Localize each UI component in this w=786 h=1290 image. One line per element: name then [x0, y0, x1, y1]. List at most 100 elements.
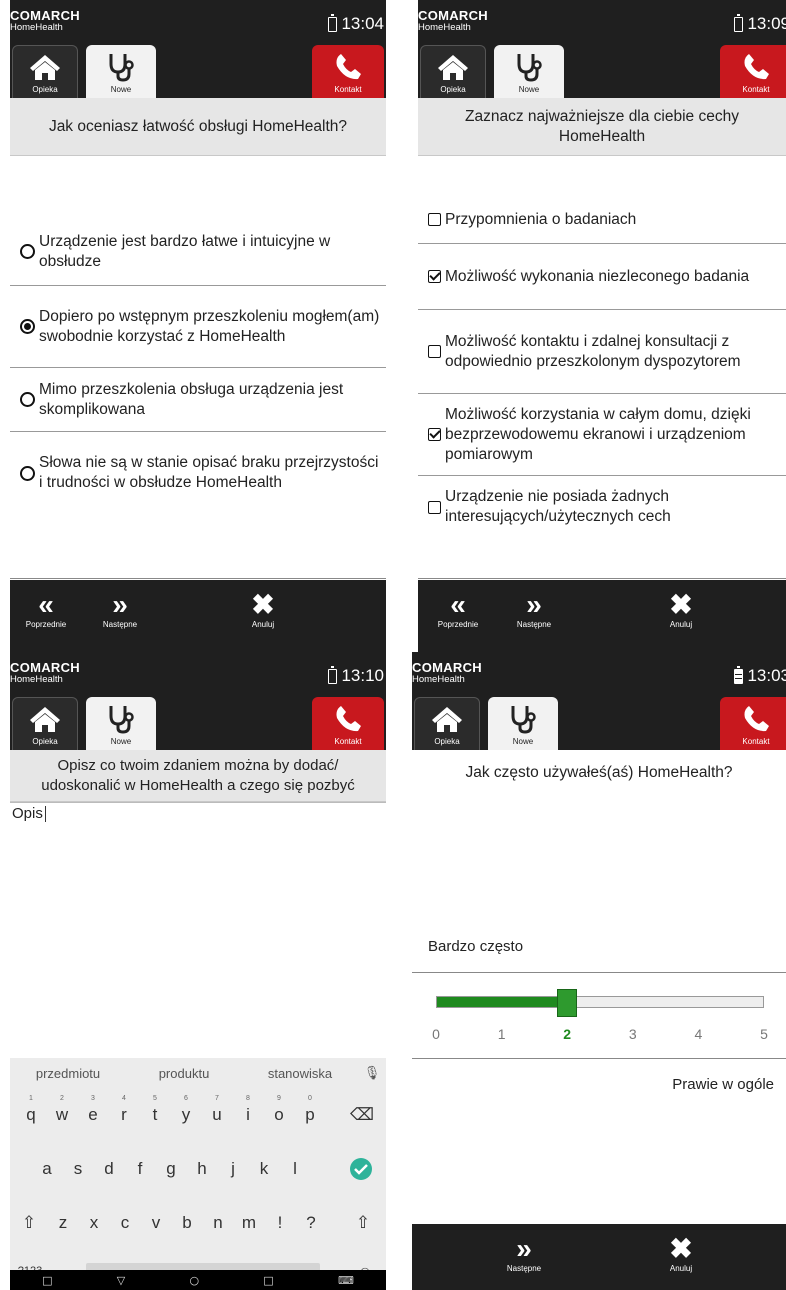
stethoscope-icon: [511, 706, 536, 734]
radio-button[interactable]: [20, 465, 35, 481]
tab-new[interactable]: Nowe: [86, 697, 156, 750]
key-t[interactable]: 5t: [138, 1092, 172, 1136]
status-clock: 13:04: [328, 13, 384, 34]
checkbox-option[interactable]: Możliwość korzystania w całym domu, dzię…: [418, 394, 786, 476]
radio-button[interactable]: [20, 392, 35, 407]
key-j[interactable]: j: [216, 1146, 250, 1190]
key-letter: w: [55, 1105, 69, 1124]
key-m[interactable]: m: [232, 1200, 266, 1244]
tab-new[interactable]: Nowe: [86, 45, 156, 98]
home-circle-icon[interactable]: ○: [189, 1274, 199, 1287]
tab-contact-label: Kontakt: [334, 85, 362, 94]
key-z[interactable]: z: [46, 1200, 80, 1244]
back-triangle-icon[interactable]: ▽: [117, 1274, 125, 1287]
backspace-key[interactable]: ⌫: [342, 1092, 382, 1136]
battery-icon: [734, 13, 744, 32]
close-icon: ✖: [669, 589, 693, 620]
prev-button[interactable]: «Poprzednie: [428, 590, 488, 630]
key-u[interactable]: 7u: [200, 1092, 234, 1136]
key-s[interactable]: s: [61, 1146, 95, 1190]
cancel-button[interactable]: ✖ Anuluj: [656, 1234, 706, 1274]
key-y[interactable]: 6y: [169, 1092, 203, 1136]
slider-thumb[interactable]: [557, 989, 578, 1017]
radio-button-selected[interactable]: [20, 319, 35, 334]
key-exclamation[interactable]: !: [263, 1200, 297, 1244]
description-textarea[interactable]: Opis: [10, 802, 386, 1052]
double-chevron-right-icon: »: [516, 1233, 532, 1264]
key-question[interactable]: ?: [294, 1200, 328, 1244]
key-e[interactable]: 3e: [76, 1092, 110, 1136]
microphone-icon[interactable]: 🎙: [358, 1065, 386, 1081]
checkbox-option[interactable]: Przypomnienia o badaniach: [418, 196, 786, 244]
brand-name: COMARCH: [418, 8, 488, 23]
key-d[interactable]: d: [92, 1146, 126, 1190]
key-v[interactable]: v: [139, 1200, 173, 1244]
key-o[interactable]: 9o: [262, 1092, 296, 1136]
key-n[interactable]: n: [201, 1200, 235, 1244]
checkbox-option[interactable]: Urządzenie nie posiada żadnych interesuj…: [418, 476, 786, 538]
tab-home[interactable]: Opieka: [12, 697, 78, 750]
prev-label: Poprzednie: [25, 620, 67, 629]
tab-contact[interactable]: Kontakt: [720, 697, 786, 750]
radio-option[interactable]: Dopiero po wstępnym przeszkoleniu mogłem…: [10, 286, 386, 368]
checkbox[interactable]: [428, 345, 441, 358]
key-b[interactable]: b: [170, 1200, 204, 1244]
key-i[interactable]: 8i: [231, 1092, 265, 1136]
cancel-button[interactable]: ✖ Anuluj: [656, 589, 706, 630]
radio-option[interactable]: Mimo przeszkolenia obsługa urządzenia je…: [10, 368, 386, 432]
key-w[interactable]: 2w: [45, 1092, 79, 1136]
checkbox[interactable]: [428, 500, 441, 514]
checkbox-checked[interactable]: [428, 270, 441, 283]
next-button[interactable]: » Następne: [92, 589, 148, 630]
tab-contact[interactable]: Kontakt: [720, 45, 786, 98]
key-a[interactable]: a: [30, 1146, 64, 1190]
key-c[interactable]: c: [108, 1200, 142, 1244]
checkbox-option[interactable]: Możliwość wykonania niezleconego badania: [418, 244, 786, 310]
frequency-slider[interactable]: [436, 989, 764, 1017]
shift-key[interactable]: ⇧: [12, 1200, 46, 1244]
key-letter: t: [152, 1105, 158, 1124]
prev-button[interactable]: «Poprzednie: [16, 590, 76, 630]
double-chevron-right-icon: »: [112, 589, 128, 620]
radio-button[interactable]: [20, 244, 35, 259]
radio-option[interactable]: Urządzenie jest bardzo łatwe i intuicyjn…: [10, 218, 386, 286]
checkbox[interactable]: [428, 213, 441, 226]
key-q[interactable]: 1q: [14, 1092, 48, 1136]
tab-new[interactable]: Nowe: [494, 45, 564, 98]
cancel-button[interactable]: ✖ Anuluj: [238, 590, 288, 630]
screen-ease-of-use: COMARCH HomeHealth 13:04 Opieka Nowe Kon…: [10, 0, 386, 652]
key-g[interactable]: g: [154, 1146, 188, 1190]
next-button[interactable]: » Następne: [496, 1233, 552, 1274]
suggestion-item[interactable]: stanowiska: [242, 1066, 358, 1081]
tab-new[interactable]: Nowe: [488, 697, 558, 750]
tab-contact[interactable]: Kontakt: [312, 697, 384, 750]
key-r[interactable]: 4r: [107, 1092, 141, 1136]
key-l[interactable]: l: [278, 1146, 312, 1190]
next-button[interactable]: » Następne: [506, 589, 562, 630]
phone-icon: [744, 54, 769, 80]
recents-square-icon[interactable]: □: [42, 1274, 52, 1287]
shift-key-right[interactable]: ⇧: [346, 1200, 380, 1244]
tab-contact[interactable]: Kontakt: [312, 45, 384, 98]
tab-new-label: Nowe: [518, 85, 540, 94]
radio-option[interactable]: Słowa nie są w stanie opisać braku przej…: [10, 432, 386, 514]
tab-home[interactable]: Opieka: [414, 697, 480, 750]
checkbox-option[interactable]: Możliwość kontaktu i zdalnej konsultacji…: [418, 310, 786, 394]
checkbox-checked[interactable]: [428, 428, 441, 441]
suggestion-item[interactable]: przedmiotu: [10, 1066, 126, 1081]
battery-icon: [328, 13, 338, 32]
keyboard-icon[interactable]: ⌨: [338, 1274, 354, 1287]
key-p[interactable]: 0p: [293, 1092, 327, 1136]
tab-home[interactable]: Opieka: [12, 45, 78, 98]
tab-home[interactable]: Opieka: [420, 45, 486, 98]
key-k[interactable]: k: [247, 1146, 281, 1190]
slider-fill: [437, 997, 568, 1007]
enter-key[interactable]: [344, 1146, 378, 1190]
overview-square-icon[interactable]: □: [263, 1274, 273, 1287]
key-x[interactable]: x: [77, 1200, 111, 1244]
key-f[interactable]: f: [123, 1146, 157, 1190]
suggestion-item[interactable]: produktu: [126, 1066, 242, 1081]
label-very-often: Bardzo często: [428, 938, 524, 955]
key-h[interactable]: h: [185, 1146, 219, 1190]
double-chevron-right-icon: »: [526, 589, 542, 620]
